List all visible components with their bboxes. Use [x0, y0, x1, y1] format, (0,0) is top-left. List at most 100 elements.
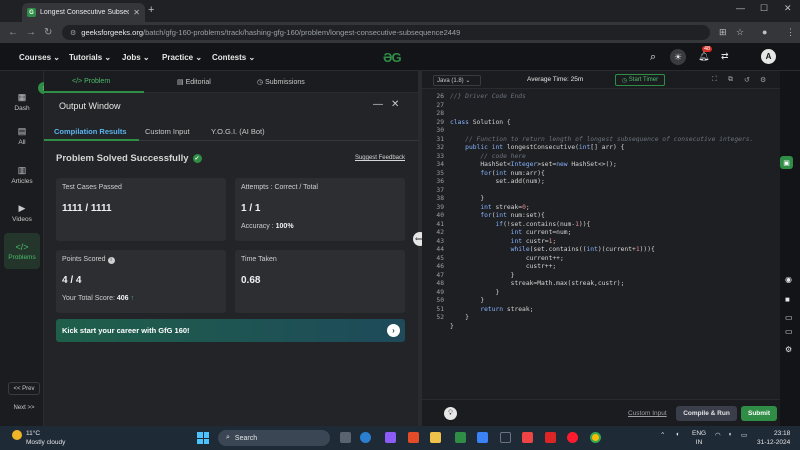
chevron-up-icon[interactable]: ⌃ — [660, 431, 665, 439]
avatar[interactable]: A — [761, 49, 776, 64]
gfg160-banner[interactable]: Kick start your career with GfG 160! › — [56, 319, 405, 342]
url-input[interactable]: ⚙ geeksforgeeks.org/batch/gfg-160-proble… — [62, 25, 710, 40]
code-line[interactable]: } — [450, 314, 469, 321]
tray-app-icon[interactable]: ◐ — [676, 431, 680, 438]
code-line[interactable]: HashSet<Integer>set=new HashSet<>(); — [450, 161, 617, 168]
screen-icon[interactable]: ▭ — [785, 327, 793, 336]
next-button[interactable]: Next >> — [8, 401, 40, 414]
code-line[interactable]: streak=Math.max(streak,custr); — [450, 280, 625, 287]
office-icon[interactable] — [408, 432, 419, 443]
minimize-output-icon[interactable]: — — [373, 99, 383, 110]
code-line[interactable]: for(int num:set){ — [450, 212, 544, 219]
sidebar-item-videos[interactable]: ▶ Videos — [4, 198, 40, 228]
mcafee-icon[interactable] — [545, 432, 556, 443]
custom-input-link[interactable]: Custom Input — [628, 410, 667, 417]
nav-tutorials[interactable]: Tutorials ⌄ — [69, 53, 111, 62]
sidebar-item-problems[interactable]: </> Problems — [4, 233, 40, 269]
app-icon-green[interactable] — [455, 432, 466, 443]
code-line[interactable]: int current=num; — [450, 229, 572, 236]
close-output-icon[interactable]: ✕ — [391, 99, 399, 110]
copy-icon[interactable]: ⧉ — [728, 76, 733, 84]
code-line[interactable]: } — [450, 289, 499, 296]
hint-bulb-icon[interactable]: 💡︎ — [444, 407, 457, 420]
bookmark-star-icon[interactable]: ☆ — [736, 27, 744, 38]
battery-icon[interactable]: ▭ — [741, 431, 747, 439]
file-explorer-icon[interactable] — [430, 432, 441, 443]
minimize-icon[interactable]: — — [736, 3, 745, 13]
tab-editorial[interactable]: ▤ Editorial — [177, 78, 211, 86]
chat-icon[interactable]: ▣ — [780, 156, 793, 169]
video-camera-icon[interactable]: ■ — [785, 295, 790, 304]
profile-icon[interactable]: ● — [762, 27, 767, 37]
code-line[interactable]: } — [450, 195, 484, 202]
gfg-logo[interactable]: ƏG — [383, 50, 402, 65]
language-indicator[interactable]: ENG IN — [692, 429, 706, 447]
browser-tab[interactable]: G Longest Consecutive Subseque ✕ — [22, 3, 145, 22]
code-line[interactable]: for(int num:arr){ — [450, 170, 544, 177]
code-line[interactable]: class Solution { — [450, 119, 511, 126]
menu-icon[interactable]: ⋮ — [786, 27, 795, 38]
forward-icon[interactable]: → — [26, 27, 36, 38]
reload-icon[interactable]: ↻ — [44, 27, 52, 38]
windows-start-icon[interactable] — [197, 432, 209, 444]
new-tab-icon[interactable]: + — [148, 4, 154, 16]
translate-page-icon[interactable]: ⇄ — [721, 51, 729, 62]
translate-icon[interactable]: ⊞ — [719, 27, 727, 38]
suggest-feedback-link[interactable]: Suggest Feedback — [355, 155, 405, 161]
gear-icon[interactable]: ⚙ — [785, 345, 792, 354]
code-line[interactable]: current++; — [450, 255, 564, 262]
code-line[interactable]: // Function to return length of longest … — [450, 136, 753, 143]
tab-submissions[interactable]: ◷ Submissions — [257, 78, 305, 86]
tab-problem[interactable]: </> Problem — [72, 78, 110, 85]
back-icon[interactable]: ← — [8, 27, 18, 38]
tab-custom-input[interactable]: Custom Input — [145, 127, 190, 136]
code-line[interactable]: public int longestConsecutive(int[] arr)… — [450, 144, 624, 151]
maximize-icon[interactable]: ☐ — [760, 3, 768, 14]
chevron-right-icon[interactable]: › — [387, 324, 400, 337]
code-line[interactable]: //} Driver Code Ends — [450, 93, 526, 100]
nav-jobs[interactable]: Jobs ⌄ — [122, 53, 150, 62]
nav-courses[interactable]: Courses ⌄ — [19, 53, 60, 62]
fullscreen-icon[interactable]: ⛶ — [712, 76, 717, 84]
code-line[interactable]: while(set.contains((int)(current+1))){ — [450, 246, 655, 253]
app-icon-blue[interactable] — [477, 432, 488, 443]
weather-widget[interactable]: 11°C Mostly cloudy — [26, 429, 65, 447]
code-line[interactable]: int streak=0; — [450, 204, 529, 211]
nav-practice[interactable]: Practice ⌄ — [162, 53, 202, 62]
copilot-icon[interactable] — [385, 432, 396, 443]
settings-icon[interactable]: ⚙ — [760, 76, 766, 84]
volume-icon[interactable]: ◖ — [728, 431, 732, 438]
close-window-icon[interactable]: ✕ — [784, 3, 792, 14]
app-icon-dark[interactable] — [500, 432, 511, 443]
code-editor[interactable]: 26 //} Driver Code Ends 27 28 29 class Soluti… — [422, 89, 780, 399]
chrome-icon[interactable] — [590, 432, 601, 443]
sidebar-item-articles[interactable]: ▥ Articles — [4, 160, 40, 190]
code-line[interactable]: custr++; — [450, 263, 556, 270]
wifi-icon[interactable]: ◠ — [715, 431, 721, 439]
submit-button[interactable]: Submit — [741, 406, 777, 421]
code-line[interactable]: } — [450, 297, 484, 304]
code-line[interactable]: int custr=1; — [450, 238, 557, 245]
code-line[interactable]: if(!set.contains(num-1)){ — [450, 221, 591, 228]
prev-button[interactable]: << Prev — [8, 382, 40, 395]
youtube-icon[interactable] — [522, 432, 533, 443]
window-icon[interactable]: ▭ — [785, 313, 793, 322]
notification-bell-icon[interactable]: 🔔︎ — [698, 51, 709, 62]
site-info-icon[interactable]: ⚙ — [70, 29, 76, 37]
language-select[interactable]: Java (1.8) ⌄ — [433, 75, 481, 86]
start-timer-button[interactable]: ◷ Start Timer — [615, 74, 665, 86]
compile-run-button[interactable]: Compile & Run — [676, 406, 737, 421]
sidebar-item-all[interactable]: ▤ All — [4, 121, 40, 151]
edge-icon[interactable] — [360, 432, 371, 443]
code-line[interactable]: set.add(num); — [450, 178, 544, 185]
code-line[interactable]: } — [450, 323, 454, 330]
search-icon[interactable]: ⌕ — [650, 51, 656, 64]
opera-icon[interactable] — [567, 432, 578, 443]
task-view-icon[interactable] — [340, 432, 351, 443]
tab-yogi-bot[interactable]: Y.O.G.I. (AI Bot) — [211, 127, 265, 136]
close-tab-icon[interactable]: ✕ — [133, 8, 140, 17]
taskbar-search[interactable]: ⌕ Search — [218, 430, 330, 446]
code-line[interactable]: // code here — [450, 153, 526, 160]
nav-contests[interactable]: Contests ⌄ — [212, 53, 255, 62]
theme-toggle-icon[interactable]: ☀ — [670, 49, 686, 65]
